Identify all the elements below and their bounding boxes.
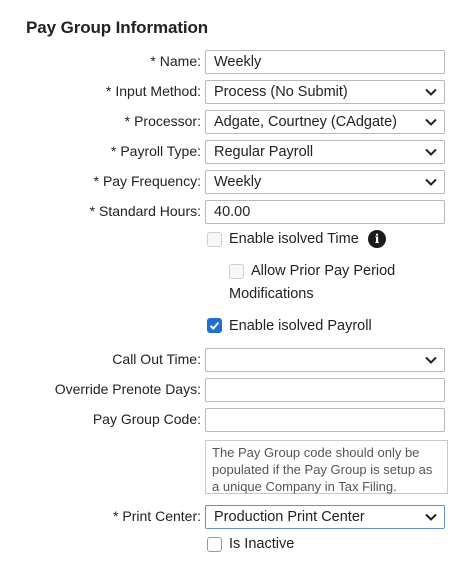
processor-label: * Processor: bbox=[124, 113, 201, 129]
override-prenote-days-input[interactable] bbox=[205, 378, 445, 402]
is-inactive-checkbox[interactable] bbox=[207, 537, 222, 552]
required-marker: * bbox=[112, 508, 119, 524]
allow-prior-pay-period-label-line1: Allow Prior Pay Period bbox=[251, 263, 396, 279]
chevron-down-icon bbox=[425, 356, 437, 364]
required-marker: * bbox=[105, 83, 112, 99]
print-center-select[interactable]: Production Print Center bbox=[205, 505, 445, 529]
call-out-time-label: Call Out Time: bbox=[112, 351, 201, 367]
checkmark-icon bbox=[209, 321, 220, 330]
pay-group-code-input[interactable] bbox=[205, 408, 445, 432]
pay-group-code-note: The Pay Group code should only be popula… bbox=[205, 440, 448, 494]
chevron-down-icon bbox=[425, 118, 437, 126]
call-out-time-select[interactable] bbox=[205, 348, 445, 372]
allow-prior-pay-period-checkbox[interactable] bbox=[229, 264, 244, 279]
standard-hours-input[interactable] bbox=[205, 200, 445, 224]
processor-select[interactable]: Adgate, Courtney (CAdgate) bbox=[205, 110, 445, 134]
page-title: Pay Group Information bbox=[26, 18, 209, 37]
name-input[interactable] bbox=[205, 50, 445, 74]
required-marker: * bbox=[89, 203, 96, 219]
chevron-down-icon bbox=[425, 178, 437, 186]
enable-isolved-time-label: Enable isolved Time bbox=[229, 231, 359, 247]
pay-frequency-label: * Pay Frequency: bbox=[93, 173, 201, 189]
payroll-type-select[interactable]: Regular Payroll bbox=[205, 140, 445, 164]
input-method-select[interactable]: Process (No Submit) bbox=[205, 80, 445, 104]
chevron-down-icon bbox=[425, 513, 437, 521]
required-marker: * bbox=[93, 173, 99, 189]
pay-group-code-label: Pay Group Code: bbox=[92, 411, 201, 427]
override-prenote-days-label: Override Prenote Days: bbox=[54, 381, 201, 397]
allow-prior-pay-period-label-line2: Modifications bbox=[229, 286, 314, 302]
info-icon[interactable]: i bbox=[368, 230, 386, 248]
chevron-down-icon bbox=[425, 148, 437, 156]
enable-isolved-payroll-checkbox[interactable] bbox=[207, 318, 222, 333]
is-inactive-label: Is Inactive bbox=[229, 536, 295, 552]
required-marker: * bbox=[110, 143, 117, 159]
chevron-down-icon bbox=[425, 88, 437, 96]
required-marker: * bbox=[150, 53, 156, 69]
standard-hours-label: * Standard Hours: bbox=[89, 203, 201, 219]
print-center-label: * Print Center: bbox=[112, 508, 201, 524]
enable-isolved-time-checkbox[interactable] bbox=[207, 232, 222, 247]
pay-frequency-select[interactable]: Weekly bbox=[205, 170, 445, 194]
enable-isolved-payroll-label: Enable isolved Payroll bbox=[229, 318, 372, 334]
name-label: * Name: bbox=[150, 53, 201, 69]
input-method-label: * Input Method: bbox=[105, 83, 201, 99]
required-marker: * bbox=[124, 113, 131, 129]
payroll-type-label: * Payroll Type: bbox=[110, 143, 201, 159]
